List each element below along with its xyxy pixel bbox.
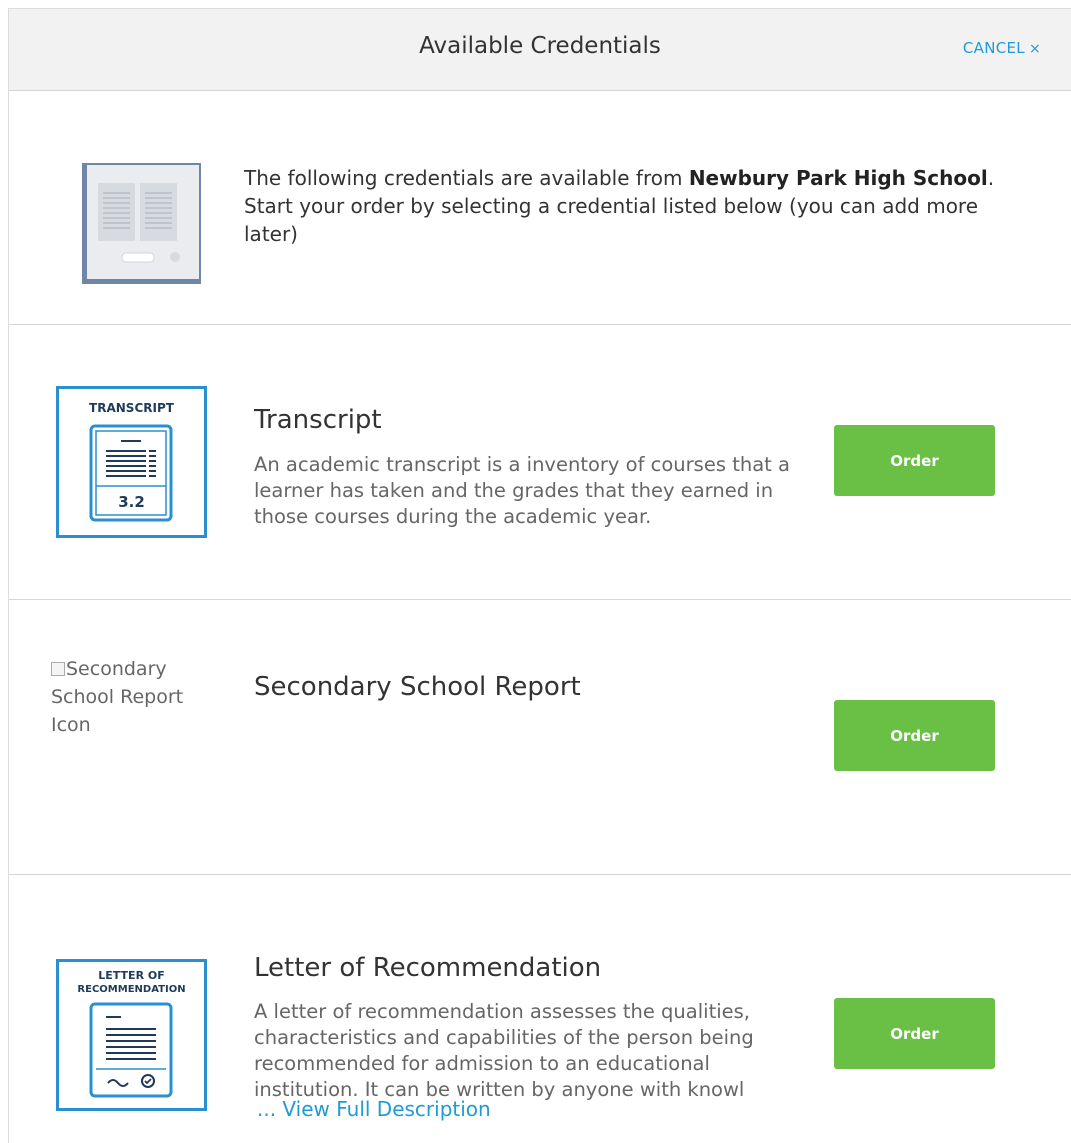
credential-row-letter-of-recommendation: LETTER OF RECOMMENDATION Letter of Recom… — [9, 875, 1071, 1143]
credential-title: Transcript — [254, 405, 382, 435]
modal-title: Available Credentials — [419, 33, 661, 59]
letter-icon-label-line2: RECOMMENDATION — [77, 984, 185, 995]
credential-description: An academic transcript is a inventory of… — [254, 453, 790, 528]
intro-section: The following credentials are available … — [9, 92, 1071, 325]
order-transcript-button[interactable]: Order — [834, 425, 995, 496]
modal-header: Available Credentials CANCEL × — [9, 9, 1071, 91]
transcript-icon: TRANSCRIPT 3.2 — [56, 386, 207, 538]
view-full-description-link[interactable]: ... View Full Description — [257, 1097, 491, 1121]
credentials-modal: Available Credentials CANCEL × The follo… — [8, 8, 1071, 1143]
secondary-school-report-icon: Secondary School Report Icon — [51, 658, 184, 736]
credential-book-illustration — [82, 163, 201, 284]
cancel-button[interactable]: CANCEL × — [963, 39, 1041, 57]
order-secondary-school-report-button[interactable]: Order — [834, 700, 995, 771]
transcript-icon-label: TRANSCRIPT — [89, 401, 175, 415]
order-letter-of-recommendation-button[interactable]: Order — [834, 998, 995, 1069]
credential-row-secondary-school-report: Secondary School Report Icon Secondary S… — [9, 600, 1071, 875]
school-name: Newbury Park High School — [688, 166, 988, 190]
broken-image-icon — [51, 662, 65, 676]
credential-description: A letter of recommendation assesses the … — [254, 1000, 754, 1101]
credential-title: Letter of Recommendation — [254, 953, 602, 983]
transcript-icon-value: 3.2 — [118, 493, 145, 511]
close-icon: × — [1028, 41, 1041, 57]
credential-row-transcript: TRANSCRIPT 3.2 Transcript An academic tr… — [9, 325, 1071, 600]
credential-title: Secondary School Report — [254, 672, 581, 702]
letter-of-recommendation-icon: LETTER OF RECOMMENDATION — [56, 959, 207, 1111]
intro-text: The following credentials are available … — [244, 166, 995, 246]
cancel-label: CANCEL — [962, 39, 1025, 57]
letter-icon-label-line1: LETTER OF — [98, 969, 164, 982]
